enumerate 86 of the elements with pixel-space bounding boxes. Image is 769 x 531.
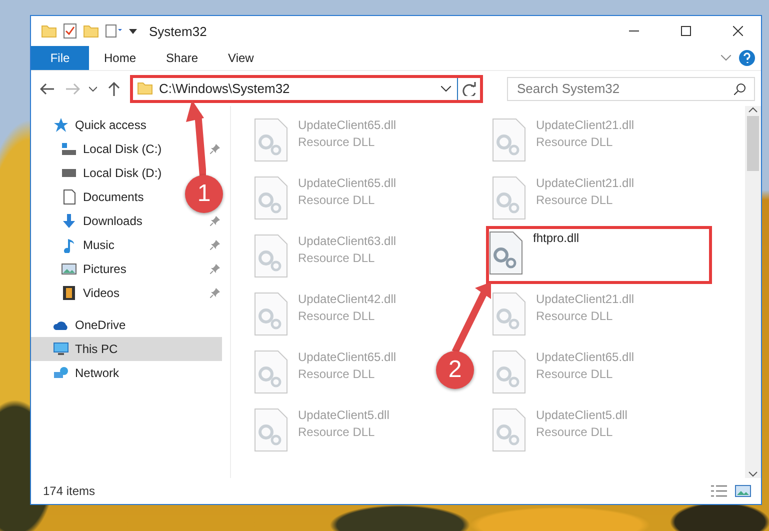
music-note-icon xyxy=(61,237,77,253)
settings-file-icon xyxy=(254,350,288,394)
file-type: Resource DLL xyxy=(298,425,376,439)
item-count: 174 items xyxy=(43,484,96,498)
settings-file-icon xyxy=(254,118,288,162)
file-type: Resource DLL xyxy=(536,367,614,381)
sidebar-item[interactable]: Local Disk (C:) xyxy=(31,137,168,161)
file-name: UpdateClient21.dll xyxy=(536,176,634,190)
up-icon[interactable] xyxy=(108,82,120,96)
minimize-icon[interactable] xyxy=(629,30,639,32)
file-type: Resource DLL xyxy=(298,367,376,381)
ribbon-tab[interactable]: Share xyxy=(151,46,214,70)
sidebar-item[interactable]: Local Disk (D:) xyxy=(31,161,168,185)
file-name: UpdateClient5.dll xyxy=(536,408,628,422)
picture-icon xyxy=(61,261,77,277)
settings-file-icon xyxy=(492,118,526,162)
monitor-icon xyxy=(53,341,69,357)
network-icon xyxy=(53,365,69,381)
details-view-icon[interactable] xyxy=(711,485,727,497)
file-name: UpdateClient21.dll xyxy=(536,118,634,132)
scrollbar-thumb[interactable] xyxy=(747,116,759,171)
sidebar-item[interactable]: Network xyxy=(31,361,126,385)
file-tab[interactable]: File xyxy=(31,46,89,70)
close-icon[interactable] xyxy=(733,26,743,36)
sidebar-item[interactable]: This PC xyxy=(31,337,222,361)
settings-file-icon xyxy=(492,408,526,452)
chevron-icon[interactable] xyxy=(721,55,731,61)
ribbon-tab[interactable]: Home xyxy=(89,46,152,70)
file-name: UpdateClient42.dll xyxy=(298,292,396,306)
file-name: UpdateClient21.dll xyxy=(536,292,634,306)
star-icon xyxy=(53,117,69,133)
settings-file-icon xyxy=(254,292,288,336)
folder-icon xyxy=(83,24,99,38)
sidebar-item[interactable]: Videos xyxy=(31,281,126,305)
file-name: UpdateClient65.dll xyxy=(298,118,396,132)
large-icons-view-icon[interactable] xyxy=(735,485,751,497)
settings-file-icon xyxy=(492,292,526,336)
file-type: Resource DLL xyxy=(298,309,376,323)
dropdown-icon xyxy=(441,86,452,92)
file-item[interactable]: fhtpro.dll xyxy=(489,229,580,275)
file-type: Resource DLL xyxy=(536,193,614,207)
file-type: Resource DLL xyxy=(298,135,376,149)
document-icon xyxy=(61,189,77,205)
sidebar-item[interactable]: Music xyxy=(31,233,120,257)
scroll-up-icon[interactable] xyxy=(748,106,758,114)
scrollbar[interactable] xyxy=(745,106,761,478)
sidebar-item[interactable]: Documents xyxy=(31,185,150,209)
file-name: fhtpro.dll xyxy=(533,231,580,245)
sidebar-item[interactable]: Quick access xyxy=(31,113,152,137)
settings-file-icon xyxy=(254,234,288,278)
film-icon xyxy=(61,285,77,301)
dropdown-icon[interactable] xyxy=(129,28,137,34)
sidebar-item[interactable]: Downloads xyxy=(31,209,148,233)
file-type: Resource DLL xyxy=(536,135,614,149)
folder-icon xyxy=(137,82,154,95)
sidebar-item[interactable]: Pictures xyxy=(31,257,132,281)
settings-file-icon xyxy=(492,350,526,394)
file-name: UpdateClient65.dll xyxy=(298,176,396,190)
folder-icon xyxy=(41,24,57,38)
search-icon xyxy=(734,82,746,94)
file-name: UpdateClient5.dll xyxy=(298,408,390,422)
file-type: Resource DLL xyxy=(536,309,614,323)
download-icon xyxy=(61,213,77,229)
search-field[interactable]: Search System32 xyxy=(507,76,756,100)
ribbon-tab[interactable]: View xyxy=(213,46,269,70)
maximize-icon[interactable] xyxy=(681,26,691,36)
address-field[interactable]: C:\Windows\System32 xyxy=(133,78,458,100)
file-name: UpdateClient63.dll xyxy=(298,234,396,248)
help-icon[interactable] xyxy=(739,50,755,66)
file-type: Resource DLL xyxy=(298,251,376,265)
back-icon[interactable] xyxy=(40,82,54,94)
file-name: UpdateClient65.dll xyxy=(298,350,396,364)
caret-icon[interactable] xyxy=(89,86,98,92)
sidebar-item[interactable]: OneDrive xyxy=(31,313,132,337)
checklist-icon[interactable] xyxy=(63,23,77,39)
file-type: Resource DLL xyxy=(298,193,376,207)
file-type: Resource DLL xyxy=(536,425,614,439)
properties-icon[interactable] xyxy=(105,24,123,38)
settings-file-icon xyxy=(254,176,288,220)
settings-file-icon xyxy=(254,408,288,452)
scroll-down-icon[interactable] xyxy=(748,470,758,478)
settings-file-icon xyxy=(489,231,523,275)
window-title: System32 xyxy=(149,24,208,38)
file-name: UpdateClient65.dll xyxy=(536,350,634,364)
drive-icon xyxy=(61,141,77,157)
settings-file-icon xyxy=(492,176,526,220)
